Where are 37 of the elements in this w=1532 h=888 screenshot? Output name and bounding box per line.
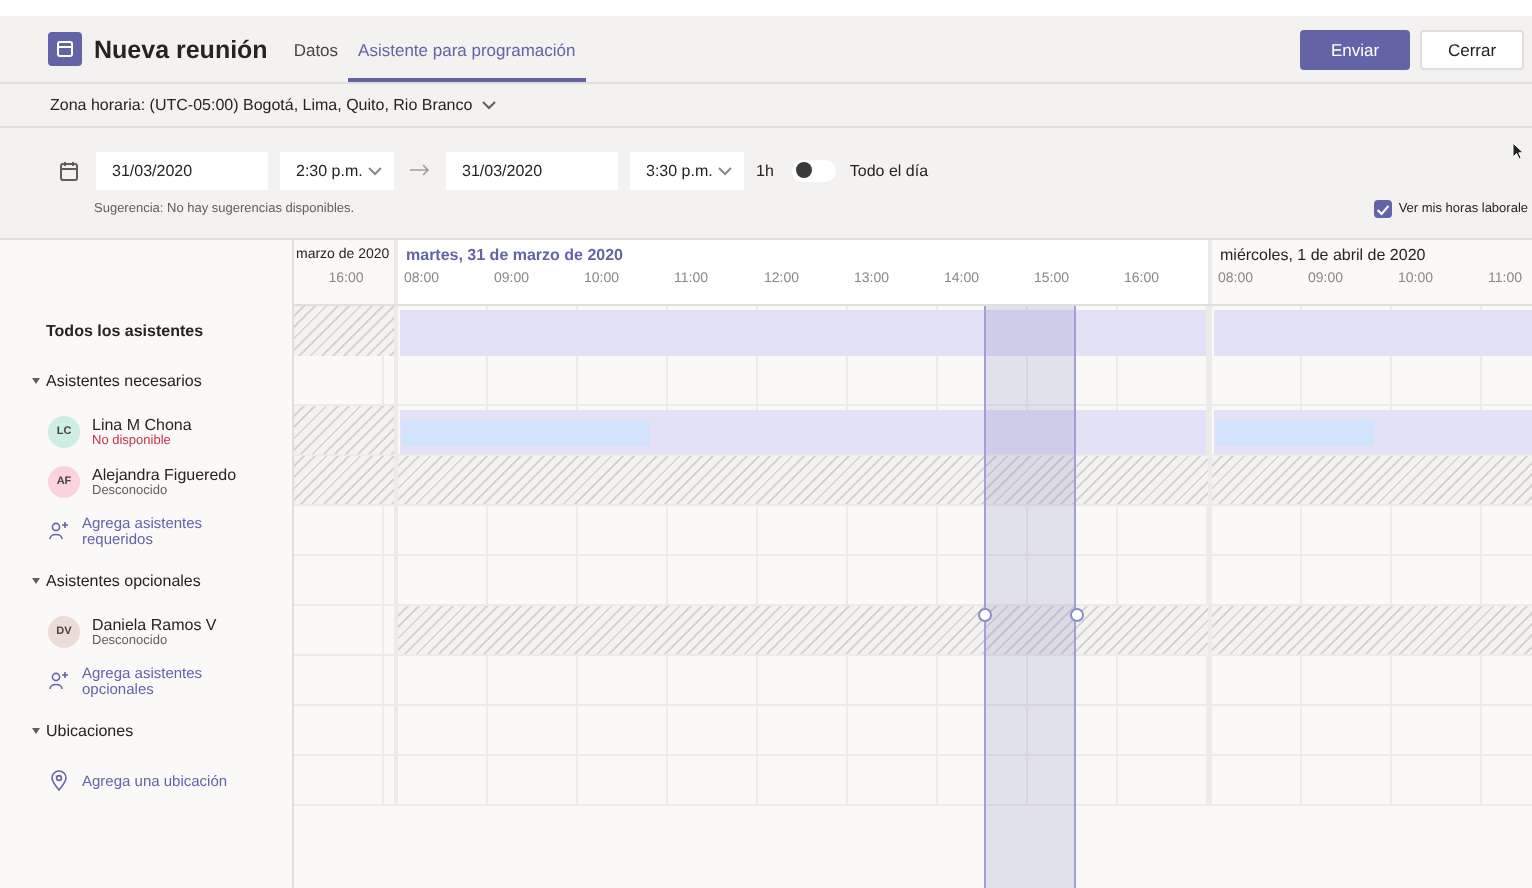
- window-title: Nueva reunión: [94, 35, 268, 63]
- start-date-field[interactable]: 31/03/2020: [96, 151, 268, 189]
- checkbox[interactable]: [1374, 200, 1393, 218]
- end-time-dropdown[interactable]: 3:30 p.m.: [630, 151, 744, 189]
- arrow-right-icon: [410, 164, 430, 176]
- chevron-down-icon: [368, 165, 382, 175]
- tab[interactable]: Asistente para programación: [348, 16, 586, 82]
- add-people-icon: [48, 670, 70, 692]
- timezone-dropdown[interactable]: Zona horaria: (UTC-05:00) Bogotá, Lima, Quito, Rio Branco: [50, 96, 497, 114]
- tab[interactable]: Datos: [283, 16, 349, 82]
- selected-time-slot[interactable]: [983, 306, 1075, 888]
- day-label: martes, 31 de marzo de 2020: [404, 244, 626, 268]
- day-label: miércoles, 1 de abril de 2020: [1218, 244, 1428, 268]
- attendee-name: Lina M Chona: [92, 415, 192, 433]
- all-day-toggle[interactable]: [791, 159, 836, 181]
- duration-label: 1h: [756, 161, 774, 179]
- caret-icon: [32, 378, 40, 384]
- chevron-down-icon: [482, 100, 497, 110]
- send-button[interactable]: Enviar: [1300, 29, 1410, 69]
- add-people-icon: [48, 520, 70, 542]
- all-attendees-label: Todos los asistentes: [44, 322, 204, 340]
- caret-icon: [32, 578, 40, 584]
- attendee-name: Alejandra Figueredo: [92, 465, 237, 483]
- section-toggle[interactable]: Asistentes necesarios: [32, 372, 202, 390]
- end-date-field[interactable]: 31/03/2020: [446, 151, 618, 189]
- calendar-icon: [58, 159, 80, 181]
- all-day-label: Todo el día: [849, 161, 929, 179]
- caret-icon: [32, 728, 40, 734]
- close-button[interactable]: Cerrar: [1420, 29, 1524, 69]
- section-toggle[interactable]: Asistentes opcionales: [32, 572, 201, 590]
- chevron-down-icon: [718, 165, 732, 175]
- attendee-name: Daniela Ramos V: [92, 615, 217, 633]
- mouse-cursor-icon: [1512, 142, 1524, 160]
- calendar-icon: [48, 32, 82, 66]
- section-toggle[interactable]: Ubicaciones: [32, 722, 134, 740]
- start-time-dropdown[interactable]: 2:30 p.m.: [280, 151, 394, 189]
- location-pin-icon: [48, 770, 70, 792]
